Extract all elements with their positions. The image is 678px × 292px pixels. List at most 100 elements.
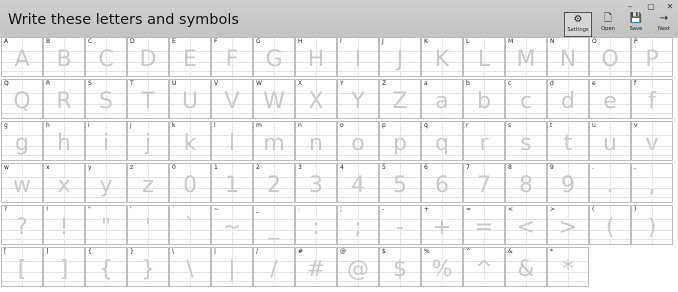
writing-cell[interactable]: 11 [211,163,253,203]
writing-cell[interactable]: 88 [505,163,547,203]
writing-cell[interactable]: oo [337,121,379,161]
writing-cell[interactable]: kk [169,121,211,161]
writing-cell[interactable]: OO [589,37,631,77]
writing-cell[interactable]: CC [85,37,127,77]
writing-cell[interactable]: ]] [43,247,85,287]
writing-cell[interactable]: ww [1,163,43,203]
writing-cell[interactable]: VV [211,79,253,119]
writing-cell[interactable]: > > [547,205,589,245]
writing-cell[interactable]: jj [127,121,169,161]
writing-cell[interactable]: 22 [253,163,295,203]
writing-cell[interactable]: pp [379,121,421,161]
next-button[interactable]: → Next [650,12,678,37]
writing-cell[interactable]: NN [547,37,589,77]
writing-cell[interactable]: SS [85,79,127,119]
writing-cell[interactable]: qq [421,121,463,161]
writing-cell[interactable]: -- [379,205,421,245]
writing-cell[interactable]: = = [463,205,505,245]
writing-cell[interactable]: AA [1,37,43,77]
writing-cell[interactable]: ~ ~ [211,205,253,245]
save-button[interactable]: 💾 Save [622,12,650,37]
writing-cell[interactable]: 66 [421,163,463,203]
writing-cell[interactable]: XX [295,79,337,119]
cell-label: i [88,122,90,129]
writing-cell[interactable]: EE [169,37,211,77]
settings-button[interactable]: ⚙ Settings [564,12,592,37]
writing-cell[interactable]: nn [295,121,337,161]
writing-cell[interactable]: _ _ [253,205,295,245]
writing-cell[interactable]: TT [127,79,169,119]
writing-cell[interactable]: ;; [337,205,379,245]
writing-cell[interactable]: # # [295,247,337,287]
writing-cell[interactable]: KK [421,37,463,77]
writing-cell[interactable]: 44 [337,163,379,203]
writing-cell[interactable]: RR [43,79,85,119]
writing-cell[interactable]: gg [1,121,43,161]
writing-cell[interactable]: YY [337,79,379,119]
writing-cell[interactable]: yy [85,163,127,203]
writing-cell[interactable]: }} [127,247,169,287]
writing-cell[interactable]: ss [505,121,547,161]
cell-label: 0 [172,164,176,171]
writing-cell[interactable]: MM [505,37,547,77]
writing-cell[interactable]: / / [253,247,295,287]
writing-cell[interactable]: " " [85,205,127,245]
writing-cell[interactable]: ZZ [379,79,421,119]
writing-cell[interactable]: LL [463,37,505,77]
writing-cell[interactable]: rr [463,121,505,161]
writing-cell[interactable]: xx [43,163,85,203]
writing-cell[interactable]: bb [463,79,505,119]
writing-cell[interactable]: 00 [169,163,211,203]
writing-cell[interactable]: HH [295,37,337,77]
writing-cell[interactable]: PP [631,37,673,77]
writing-cell[interactable]: [[ [1,247,43,287]
writing-cell[interactable]: UU [169,79,211,119]
writing-cell[interactable]: 55 [379,163,421,203]
writing-cell[interactable]: %% [421,247,463,287]
writing-cell[interactable]: ii [85,121,127,161]
writing-cell[interactable]: .. [589,163,631,203]
writing-cell[interactable]: DD [127,37,169,77]
writing-cell[interactable]: ee [589,79,631,119]
writing-cell[interactable]: ' ' [127,205,169,245]
writing-cell[interactable]: ` ` [169,205,211,245]
writing-cell[interactable]: FF [211,37,253,77]
writing-cell[interactable]: uu [589,121,631,161]
writing-cell[interactable]: )) [631,205,673,245]
writing-cell[interactable]: & & [505,247,547,287]
writing-cell[interactable]: WW [253,79,295,119]
writing-cell[interactable]: GG [253,37,295,77]
writing-cell[interactable]: :: [295,205,337,245]
writing-cell[interactable]: * * [547,247,589,287]
writing-cell[interactable]: + + [421,205,463,245]
writing-cell[interactable]: ^ ^ [463,247,505,287]
writing-cell[interactable]: hh [43,121,85,161]
writing-cell[interactable]: mm [253,121,295,161]
writing-cell[interactable]: aa [421,79,463,119]
writing-cell[interactable]: cc [505,79,547,119]
writing-cell[interactable]: (( [589,205,631,245]
writing-cell[interactable]: 99 [547,163,589,203]
writing-cell[interactable]: JJ [379,37,421,77]
writing-cell[interactable]: $ $ [379,247,421,287]
writing-cell[interactable]: ll [211,121,253,161]
writing-cell[interactable]: dd [547,79,589,119]
writing-cell[interactable]: QQ [1,79,43,119]
writing-cell[interactable]: ?? [1,205,43,245]
writing-cell[interactable]: \ \ [169,247,211,287]
writing-cell[interactable]: tt [547,121,589,161]
writing-cell[interactable]: @ @ [337,247,379,287]
writing-cell[interactable]: II [337,37,379,77]
writing-cell[interactable]: 33 [295,163,337,203]
writing-cell[interactable]: 77 [463,163,505,203]
writing-cell[interactable]: {{ [85,247,127,287]
writing-cell[interactable]: ff [631,79,673,119]
writing-cell[interactable]: | | [211,247,253,287]
writing-cell[interactable]: vv [631,121,673,161]
writing-cell[interactable]: < < [505,205,547,245]
open-button[interactable]: 🗋 Open [594,12,622,37]
writing-cell[interactable]: zz [127,163,169,203]
writing-cell[interactable]: BB [43,37,85,77]
writing-cell[interactable]: ,, [631,163,673,203]
writing-cell[interactable]: !! [43,205,85,245]
